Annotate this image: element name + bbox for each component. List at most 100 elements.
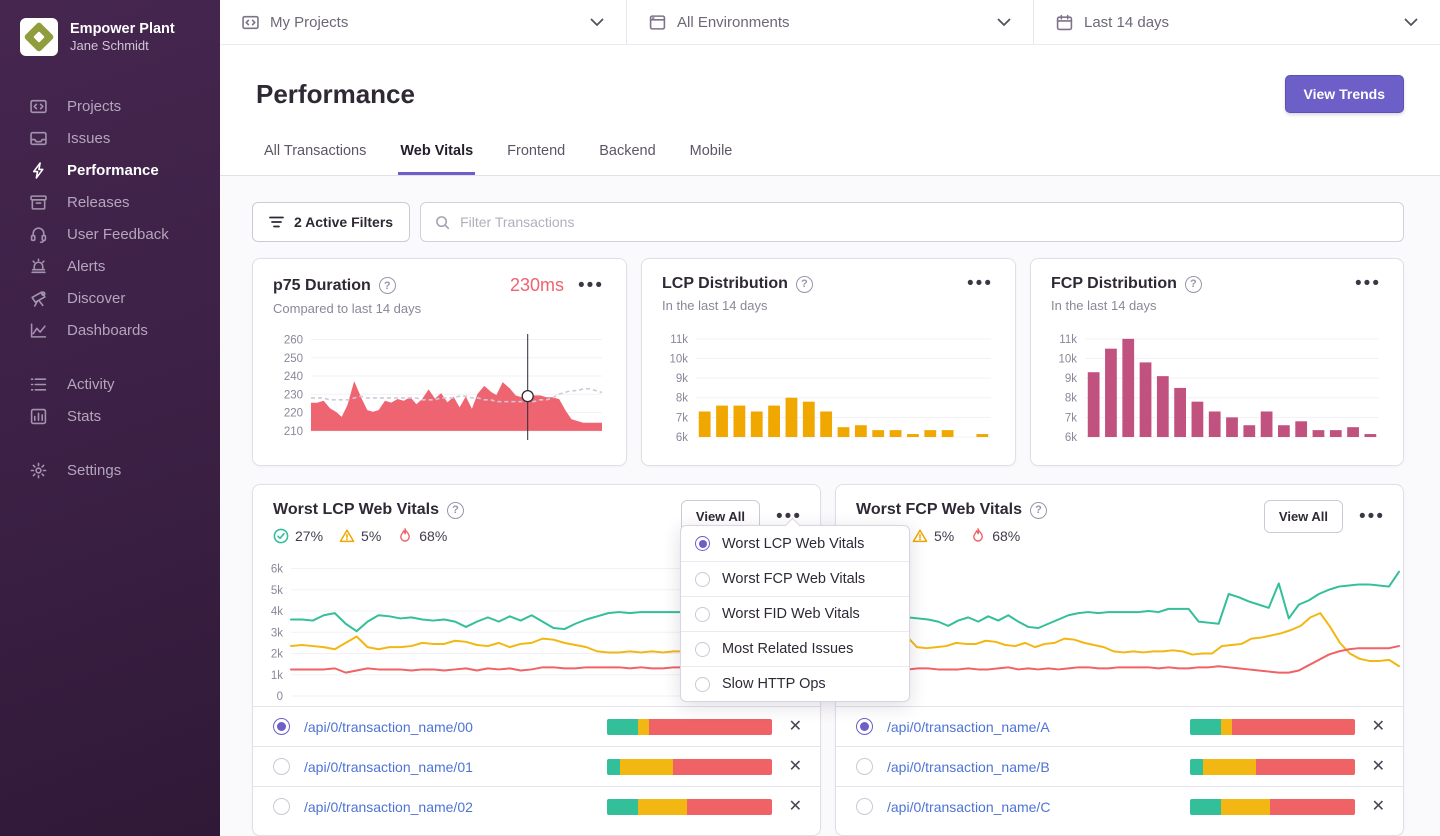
radio-icon [695,572,710,587]
row-radio[interactable] [856,758,873,775]
svg-text:8k: 8k [676,393,688,405]
tab-mobile[interactable]: Mobile [688,137,735,175]
p75-value: 230ms [510,275,564,296]
close-icon[interactable]: ✕ [1372,719,1385,735]
help-icon[interactable]: ? [447,502,464,519]
row-radio[interactable] [273,718,290,735]
card-subtitle: Compared to last 14 days [273,301,606,316]
fcp-distribution-card: FCP Distribution? ••• In the last 14 day… [1030,258,1404,466]
transaction-link[interactable]: /api/0/transaction_name/02 [304,799,473,815]
svg-text:6k: 6k [271,564,283,576]
tab-bar: All Transactions Web Vitals Frontend Bac… [256,137,1404,175]
calendar-icon [1056,14,1073,31]
help-icon[interactable]: ? [379,277,396,294]
menu-item-slow-http-ops[interactable]: Slow HTTP Ops [681,666,909,701]
row-radio[interactable] [273,758,290,775]
close-icon[interactable]: ✕ [789,799,802,815]
help-icon[interactable]: ? [796,276,813,293]
table-row: /api/0/transaction_name/00 ✕ [253,706,820,746]
ellipsis-menu-icon[interactable]: ••• [965,277,995,291]
svg-text:10k: 10k [669,353,688,365]
close-icon[interactable]: ✕ [789,759,802,775]
table-row: /api/0/transaction_name/C ✕ [836,786,1403,826]
svg-text:5k: 5k [271,585,283,597]
sidebar-item-performance[interactable]: Performance [0,154,220,186]
good-stat: 27% [273,528,323,544]
card-subtitle: In the last 14 days [1051,298,1383,313]
vitals-breakdown-bar [607,799,772,815]
svg-text:6k: 6k [1065,432,1077,444]
card-title: Worst FCP Web Vitals [856,501,1022,519]
view-all-button[interactable]: View All [1264,500,1343,533]
content: 2 Active Filters p75 Duration? 230ms •••… [220,176,1440,836]
card-title: Worst LCP Web Vitals [273,501,439,519]
sidebar-item-activity[interactable]: Activity [0,368,220,400]
sidebar-item-issues[interactable]: Issues [0,122,220,154]
warning-triangle-icon [912,528,928,544]
svg-text:0: 0 [277,691,283,703]
meh-stat: 5% [339,528,381,544]
svg-text:6k: 6k [676,432,688,444]
vitals-breakdown-bar [1190,799,1355,815]
tab-backend[interactable]: Backend [597,137,657,175]
search-input[interactable] [460,214,1389,230]
alerts-icon [29,257,47,275]
tab-web-vitals[interactable]: Web Vitals [398,137,475,175]
card-title: p75 Duration [273,277,371,295]
dashboards-icon [29,321,47,339]
sidebar-item-dashboards[interactable]: Dashboards [0,314,220,346]
sidebar-item-projects[interactable]: Projects [0,90,220,122]
tab-frontend[interactable]: Frontend [505,137,567,175]
row-radio[interactable] [856,718,873,735]
flame-icon [970,528,986,544]
org-switcher[interactable]: Empower Plant Jane Schmidt [0,18,220,56]
radio-icon [695,607,710,622]
project-selector[interactable]: My Projects [220,0,627,44]
date-range-selector[interactable]: Last 14 days [1034,0,1440,44]
tab-all-transactions[interactable]: All Transactions [262,137,368,175]
svg-text:1k: 1k [271,670,283,682]
worst-fcp-vitals-card: Worst FCP Web Vitals? 5% 68% View All ••… [835,484,1404,836]
menu-item-worst-lcp[interactable]: Worst LCP Web Vitals [681,526,909,561]
stats-icon [29,407,47,425]
svg-text:250: 250 [284,353,303,365]
vitals-breakdown-bar [607,719,772,735]
view-trends-button[interactable]: View Trends [1285,75,1404,113]
svg-text:210: 210 [284,426,303,438]
discover-icon [29,289,47,307]
sidebar-item-stats[interactable]: Stats [0,400,220,432]
org-user: Jane Schmidt [70,38,175,54]
environment-selector[interactable]: All Environments [627,0,1034,44]
help-icon[interactable]: ? [1185,276,1202,293]
sidebar-item-label: User Feedback [67,226,169,243]
menu-item-worst-fid[interactable]: Worst FID Web Vitals [681,596,909,631]
sidebar-item-user-feedback[interactable]: User Feedback [0,218,220,250]
transaction-link[interactable]: /api/0/transaction_name/00 [304,719,473,735]
radio-icon [695,536,710,551]
svg-text:7k: 7k [676,412,688,424]
close-icon[interactable]: ✕ [1372,759,1385,775]
ellipsis-menu-icon[interactable]: ••• [1357,510,1387,524]
sidebar-item-releases[interactable]: Releases [0,186,220,218]
card-subtitle: In the last 14 days [662,298,995,313]
close-icon[interactable]: ✕ [789,719,802,735]
transaction-link[interactable]: /api/0/transaction_name/A [887,719,1050,735]
ellipsis-menu-icon[interactable]: ••• [1353,277,1383,291]
row-radio[interactable] [856,798,873,815]
menu-item-most-related-issues[interactable]: Most Related Issues [681,631,909,666]
sidebar-item-alerts[interactable]: Alerts [0,250,220,282]
transaction-link[interactable]: /api/0/transaction_name/C [887,799,1050,815]
row-radio[interactable] [273,798,290,815]
ellipsis-menu-icon[interactable]: ••• [576,279,606,293]
sidebar-item-discover[interactable]: Discover [0,282,220,314]
transaction-link[interactable]: /api/0/transaction_name/01 [304,759,473,775]
environments-icon [649,14,666,31]
active-filters-button[interactable]: 2 Active Filters [252,202,410,242]
transaction-link[interactable]: /api/0/transaction_name/B [887,759,1050,775]
help-icon[interactable]: ? [1030,502,1047,519]
menu-item-worst-fcp[interactable]: Worst FCP Web Vitals [681,561,909,596]
sidebar-item-settings[interactable]: Settings [0,454,220,486]
close-icon[interactable]: ✕ [1372,799,1385,815]
filter-icon [269,216,284,228]
sidebar-item-label: Performance [67,162,159,179]
